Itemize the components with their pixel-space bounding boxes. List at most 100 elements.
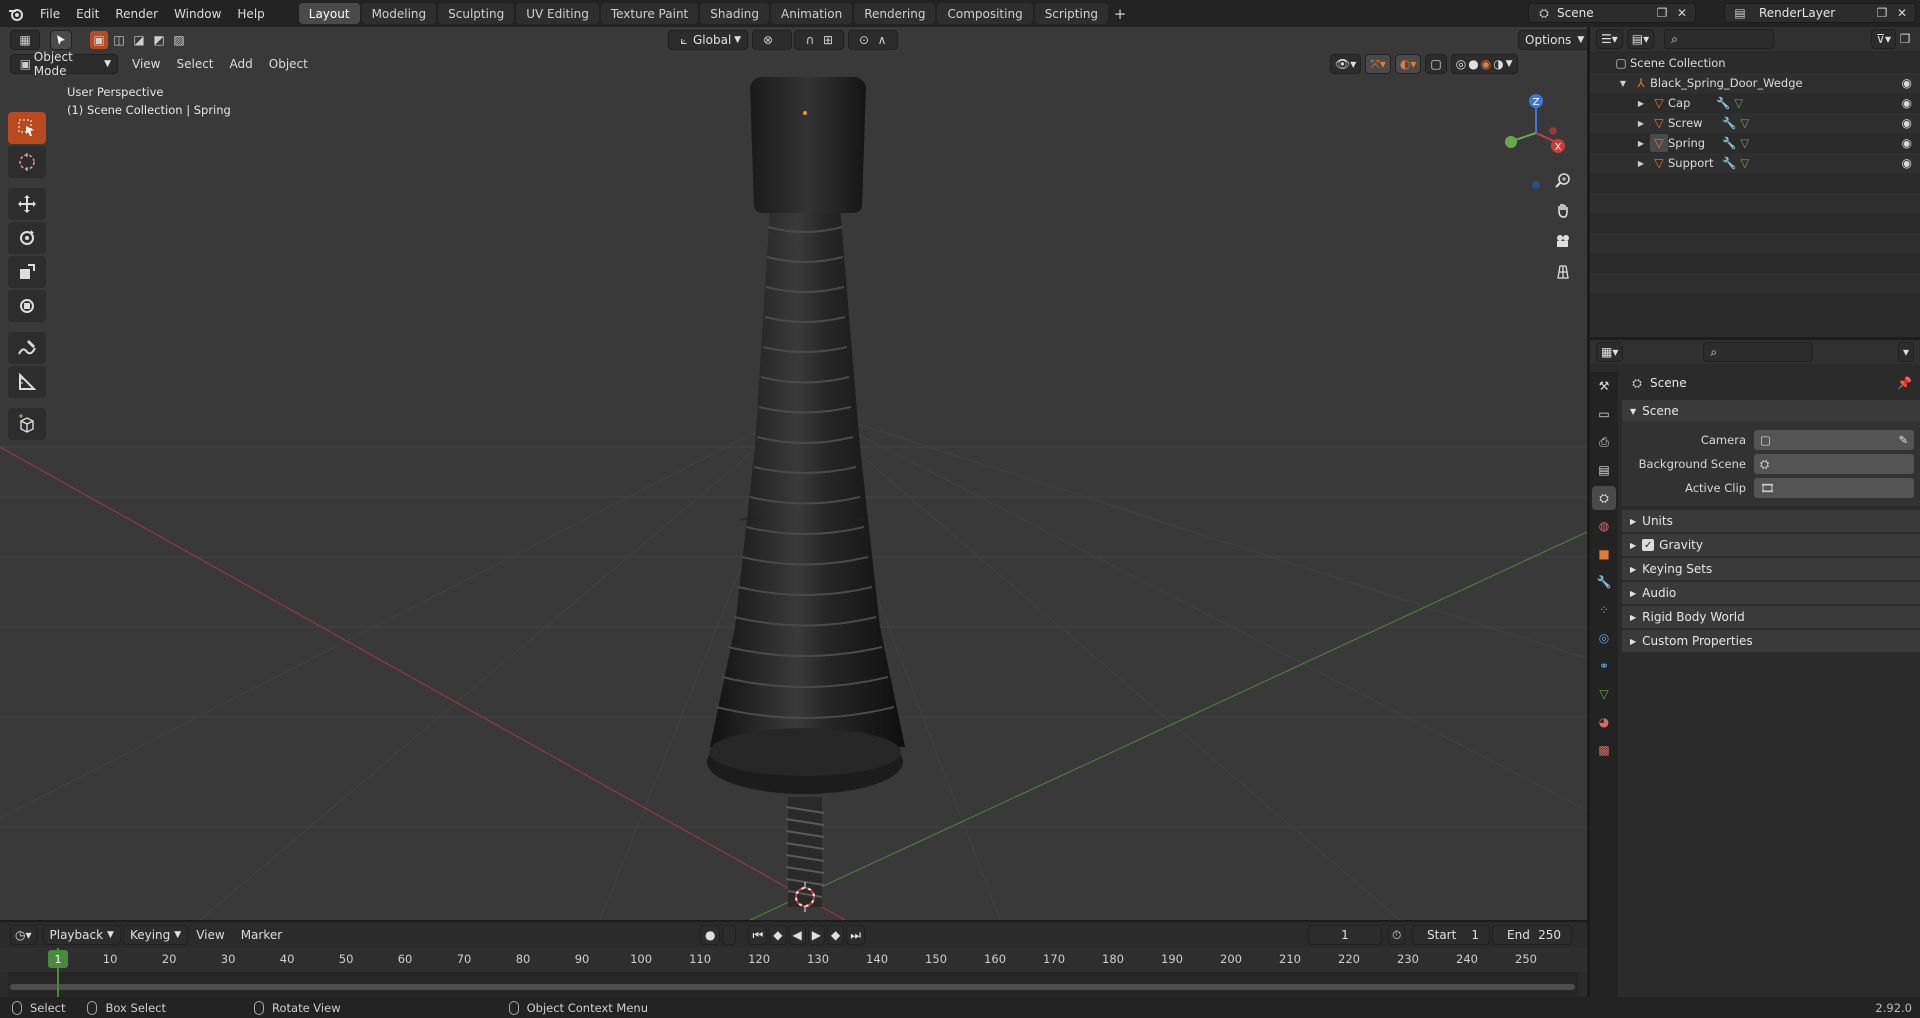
timeline-editor-type[interactable]: ◷▾ [10,925,37,945]
tool-tab-icon[interactable]: ⚒ [1592,374,1616,398]
tab-sculpting[interactable]: Sculpting [438,3,515,24]
menu-add[interactable]: Add [222,57,261,71]
spring-object[interactable] [710,207,905,747]
extend-selection-icon[interactable]: ◫ [110,31,128,49]
select-mode-button[interactable] [50,30,72,50]
render-tab-icon[interactable]: ▭ [1592,402,1616,426]
keying-set-icon[interactable] [722,925,737,945]
transform-tool[interactable] [8,290,46,322]
world-tab-icon[interactable]: ◍ [1592,514,1616,538]
constraints-tab-icon[interactable]: ⚭ [1592,654,1616,678]
current-frame-field[interactable]: 1 [1308,925,1382,945]
gravity-panel-header[interactable]: ▶ ✓ Gravity [1622,534,1920,556]
measure-tool[interactable] [8,366,46,398]
object-tab-icon[interactable]: ■ [1592,542,1616,566]
expand-arrow-icon[interactable]: ▶ [1632,94,1650,112]
tab-layout[interactable]: Layout [298,3,360,24]
intersect-selection-icon[interactable]: ▨ [170,31,188,49]
visibility-eye-icon[interactable]: ◉ [1902,96,1912,110]
jump-start-icon[interactable]: ⏮ [748,925,768,945]
properties-options-icon[interactable]: ▾ [1897,342,1914,362]
gravity-checkbox[interactable]: ✓ [1642,539,1655,551]
menu-file[interactable]: File [32,0,68,27]
material-shading-icon[interactable]: ◉ [1481,57,1491,71]
pan-hand-icon[interactable] [1550,197,1576,223]
invert-selection-icon[interactable]: ◩ [150,31,168,49]
rigid-body-world-panel-header[interactable]: ▶ Rigid Body World [1622,606,1920,628]
add-workspace-button[interactable]: + [1110,4,1130,24]
custom-properties-panel-header[interactable]: ▶ Custom Properties [1622,630,1920,652]
options-dropdown[interactable]: Options ▼ [1518,30,1592,50]
expand-arrow-icon[interactable]: ▶ [1632,114,1650,132]
physics-tab-icon[interactable]: ◎ [1592,626,1616,650]
audio-panel-header[interactable]: ▶ Audio [1622,582,1920,604]
playhead-frame-badge[interactable]: 1 [48,950,68,968]
select-box-tool[interactable] [8,112,46,144]
properties-editor-type[interactable]: ▦▾ [1596,342,1624,362]
auto-keying-icon[interactable]: ● [700,925,721,945]
transform-orientation-dropdown[interactable]: ⟀ Global ▼ [668,30,748,50]
material-tab-icon[interactable]: ◕ [1592,710,1616,734]
scale-tool[interactable] [8,256,46,288]
preview-range-icon[interactable]: ⏱ [1388,925,1406,945]
outliner-object-row[interactable]: ▶ ▽ Spring 🔧 ▽ ◉ [1590,133,1920,153]
play-icon[interactable]: ▶ [807,925,825,945]
zoom-icon[interactable] [1550,167,1576,193]
scene-panel-header[interactable]: ▼ Scene [1622,400,1920,422]
tab-scripting[interactable]: Scripting [1034,3,1109,24]
screw-object[interactable] [785,797,825,907]
annotate-tool[interactable] [8,332,46,364]
new-scene-icon[interactable]: ❐ [1653,4,1671,22]
overlays-icon[interactable]: ◐▾ [1394,54,1422,74]
visibility-eye-icon[interactable]: ◉ [1902,116,1912,130]
mesh-data-tab-icon[interactable]: ▽ [1592,682,1616,706]
tab-rendering[interactable]: Rendering [854,3,936,24]
units-panel-header[interactable]: ▶ Units [1622,510,1920,532]
filter-icon[interactable]: ⊽▾ [1871,29,1896,49]
3d-viewport[interactable]: User Perspective (1) Scene Collection | … [0,27,1587,920]
start-frame-field[interactable]: Start 1 [1412,925,1490,945]
tab-compositing[interactable]: Compositing [937,3,1033,24]
menu-view[interactable]: View [124,57,168,71]
properties-search-input[interactable]: ⌕ [1703,342,1814,362]
prev-keyframe-icon[interactable]: ◆ [769,925,787,945]
display-mode-dropdown[interactable]: ▤▾ [1626,29,1655,49]
outliner-search-input[interactable]: ⌕ [1664,29,1775,49]
next-keyframe-icon[interactable]: ◆ [827,925,845,945]
jump-end-icon[interactable]: ⏭ [846,925,866,945]
solid-shading-icon[interactable]: ● [1468,57,1478,71]
texture-tab-icon[interactable]: ▩ [1592,738,1616,762]
playback-dropdown[interactable]: Playback ▼ [42,925,121,945]
particles-tab-icon[interactable]: ⁘ [1592,598,1616,622]
scene-tab-icon[interactable]: ⛭ [1592,486,1616,510]
xray-icon[interactable]: ▢ [1425,54,1447,74]
end-frame-field[interactable]: End 250 [1492,925,1572,945]
new-view-layer-icon[interactable]: ❐ [1873,4,1891,22]
rotate-tool[interactable] [8,222,46,254]
cursor-tool[interactable] [8,146,46,178]
tab-modeling[interactable]: Modeling [361,3,437,24]
timeline-menu-marker[interactable]: Marker [233,928,290,942]
timeline-ruler[interactable]: 10 20 30 40 50 60 70 80 90 100 110 120 130 140 150 160 1… [0,948,1587,972]
eyedropper-icon[interactable]: ✎ [1898,433,1908,447]
play-reverse-icon[interactable]: ◀ [788,925,806,945]
perspective-toggle-icon[interactable] [1550,259,1576,285]
outliner-object-row[interactable]: ▶ ▽ Cap 🔧 ▽ ◉ [1590,93,1920,113]
keying-sets-panel-header[interactable]: ▶ Keying Sets [1622,558,1920,580]
cap-object[interactable] [750,77,866,213]
set-selection-icon[interactable]: ▣ [90,31,108,49]
editor-type-button[interactable]: ▦ [10,30,40,50]
blender-logo-icon[interactable] [0,0,32,27]
mode-dropdown[interactable]: ▣ Object Mode ▼ [10,50,118,78]
visibility-icon[interactable]: 👁▾ [1330,54,1362,74]
menu-help[interactable]: Help [229,0,272,27]
subtract-selection-icon[interactable]: ◪ [130,31,148,49]
move-tool[interactable] [8,188,46,220]
pivot-point-dropdown[interactable]: ⊗ [752,30,792,50]
visibility-eye-icon[interactable]: ◉ [1902,76,1912,90]
snapping-dropdown[interactable]: ∩ ⊞ [794,30,844,50]
outliner-object-row[interactable]: ▶ ▽ Support 🔧 ▽ ◉ [1590,153,1920,173]
wireframe-shading-icon[interactable]: ◎ [1456,57,1466,71]
outliner-collection-row[interactable]: ▼ ⅄ Black_Spring_Door_Wedge ◉ [1590,73,1920,93]
visibility-eye-icon[interactable]: ◉ [1902,136,1912,150]
